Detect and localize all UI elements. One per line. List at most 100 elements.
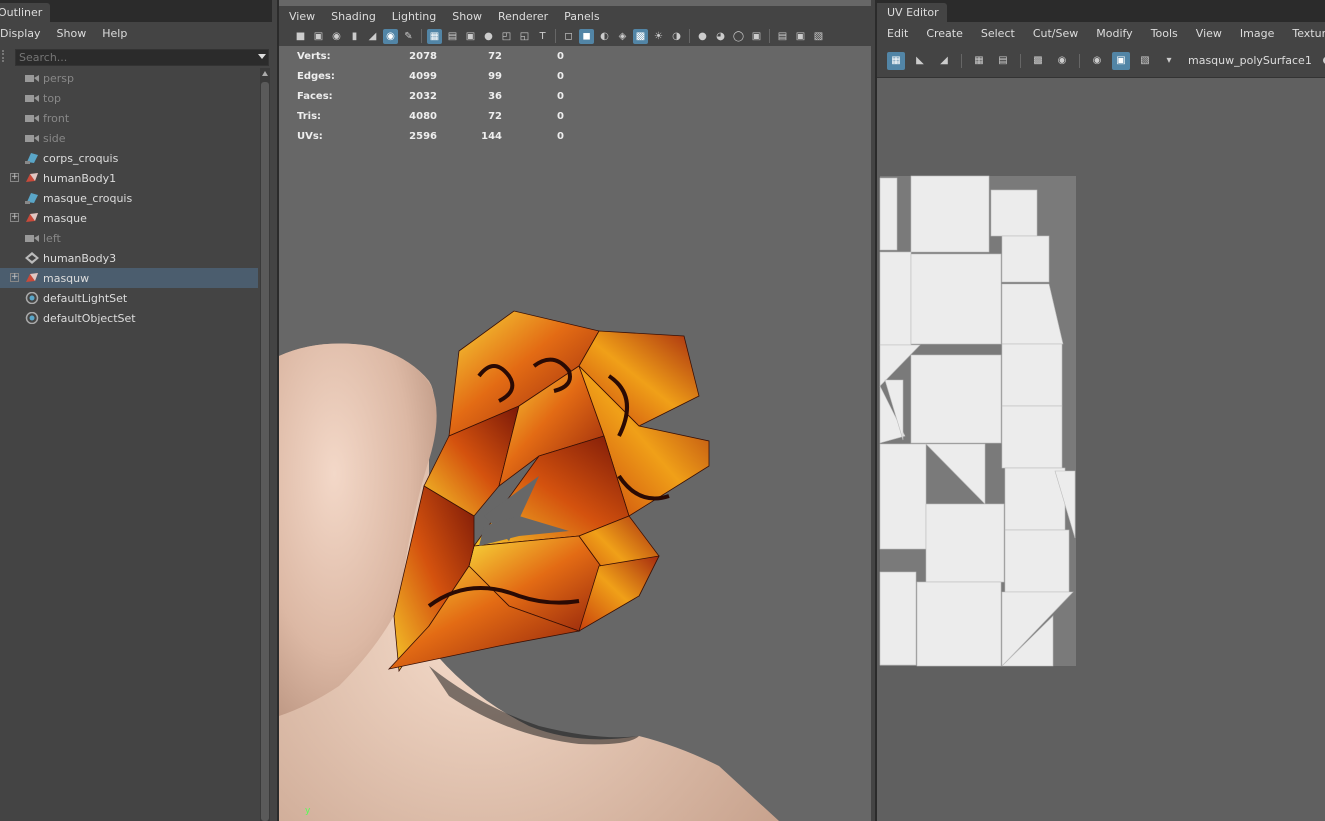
uv-object-dropdown-chevron-icon[interactable]: ▾ xyxy=(1160,52,1178,70)
menu-show[interactable]: Show xyxy=(49,27,95,40)
camera-icon xyxy=(25,232,39,244)
wireframe-on-shaded-icon[interactable]: ◈ xyxy=(615,29,630,44)
uv-texture-borders-icon[interactable]: ◉ xyxy=(1053,52,1071,70)
menu-panels[interactable]: Panels xyxy=(554,10,605,23)
uv-editor-tab[interactable]: UV Editor xyxy=(877,3,947,22)
camera-attributes-icon[interactable]: ◉ xyxy=(329,29,344,44)
scrollbar-thumb[interactable] xyxy=(261,82,269,821)
uv-shell xyxy=(916,581,1002,667)
film-gate-icon[interactable]: ▤ xyxy=(445,29,460,44)
hud-value: 0 xyxy=(557,50,564,62)
default-material-icon[interactable]: ◐ xyxy=(597,29,612,44)
menu-renderer[interactable]: Renderer xyxy=(488,10,554,23)
gate-mask-icon[interactable]: ● xyxy=(481,29,496,44)
menu-view[interactable]: View xyxy=(279,10,321,23)
uv-checker-mode-icon[interactable]: ◢ xyxy=(935,52,953,70)
uv-shell-select-icon[interactable]: ▦ xyxy=(887,51,905,70)
hud-row: Faces: 2032 36 0 xyxy=(297,86,564,106)
mask-mesh[interactable] xyxy=(387,310,710,673)
menu-shading[interactable]: Shading xyxy=(321,10,382,23)
outliner-tab[interactable]: Outliner xyxy=(0,3,51,22)
toolbar-separator xyxy=(769,29,770,43)
outliner-item-defaultLightSet[interactable]: defaultLightSet xyxy=(0,288,258,308)
motion-blur-icon[interactable]: ◕ xyxy=(713,29,728,44)
textured-icon[interactable]: ▩ xyxy=(633,28,648,44)
outliner-item-masque_croquis[interactable]: masque_croquis xyxy=(0,188,258,208)
outliner-item-persp[interactable]: persp xyxy=(0,68,258,88)
outliner-item-left[interactable]: left xyxy=(0,228,258,248)
menu-tools[interactable]: Tools xyxy=(1141,27,1186,40)
menu-cut-sew[interactable]: Cut/Sew xyxy=(1023,27,1086,40)
grease-pencil-icon[interactable]: ✎ xyxy=(401,29,416,44)
toolbar-separator xyxy=(421,29,422,43)
menu-display[interactable]: Display xyxy=(0,27,49,40)
search-options-chevron-icon[interactable] xyxy=(258,54,266,59)
uv-grid-icon[interactable]: ▦ xyxy=(970,52,988,70)
menu-create[interactable]: Create xyxy=(916,27,971,40)
uv-shell xyxy=(879,177,898,251)
menu-lighting[interactable]: Lighting xyxy=(382,10,442,23)
outliner-item-corps_croquis[interactable]: corps_croquis xyxy=(0,148,258,168)
safe-title-icon[interactable]: T xyxy=(535,29,550,44)
outliner-item-side[interactable]: side xyxy=(0,128,258,148)
camera-select-icon[interactable]: ■ xyxy=(293,29,308,44)
isolate-select-icon[interactable]: ▤ xyxy=(775,29,790,44)
uv-object-name[interactable]: masquw_polySurface1 xyxy=(1188,54,1312,67)
field-chart-icon[interactable]: ◰ xyxy=(499,29,514,44)
menu-select[interactable]: Select xyxy=(971,27,1023,40)
uv-snapshot-icon[interactable]: ◉ xyxy=(1088,52,1106,70)
uv-image-display-icon[interactable]: ▣ xyxy=(1112,51,1130,70)
bookmark-icon[interactable]: ▮ xyxy=(347,29,362,44)
grid-icon[interactable]: ▦ xyxy=(427,28,442,44)
outliner-search-input[interactable] xyxy=(15,49,269,66)
toolbar-separator xyxy=(1079,53,1080,68)
menu-modify[interactable]: Modify xyxy=(1086,27,1140,40)
resolution-gate-icon[interactable]: ▣ xyxy=(463,29,478,44)
shadows-icon[interactable]: ◑ xyxy=(669,29,684,44)
wireframe-icon[interactable]: ◻ xyxy=(561,29,576,44)
expand-plus-icon[interactable]: + xyxy=(10,213,19,222)
hud-value: 2078 xyxy=(409,50,437,62)
mesh-icon xyxy=(25,172,39,184)
viewport-panel[interactable]: View Shading Lighting Show Renderer Pane… xyxy=(277,0,871,821)
outliner-scrollbar[interactable] xyxy=(260,68,270,821)
outliner-item-humanBody1[interactable]: + humanBody1 xyxy=(0,168,258,188)
group-icon xyxy=(25,252,39,264)
more-tools-icon[interactable]: ▧ xyxy=(811,29,826,44)
uv-distortion-icon[interactable]: ◣ xyxy=(911,52,929,70)
uv-editor-menubar: Edit Create Select Cut/Sew Modify Tools … xyxy=(877,22,1325,44)
xray-icon[interactable]: ▣ xyxy=(793,29,808,44)
outliner-item-masquw[interactable]: + masquw xyxy=(0,268,258,288)
menu-help[interactable]: Help xyxy=(94,27,135,40)
outliner-item-masque[interactable]: + masque xyxy=(0,208,258,228)
2d-pan-zoom-icon[interactable]: ◉ xyxy=(383,28,398,44)
uv-tile-grid-icon[interactable]: ▩ xyxy=(1029,52,1047,70)
outliner-item-defaultObjectSet[interactable]: defaultObjectSet xyxy=(0,308,258,328)
safe-action-icon[interactable]: ◱ xyxy=(517,29,532,44)
uv-shell xyxy=(1001,235,1050,283)
expand-plus-icon[interactable]: + xyxy=(10,273,19,282)
use-all-lights-icon[interactable]: ☀ xyxy=(651,29,666,44)
menu-view[interactable]: View xyxy=(1186,27,1230,40)
drag-handle-icon[interactable] xyxy=(2,50,8,62)
image-plane-icon[interactable]: ◢ xyxy=(365,29,380,44)
expand-plus-icon[interactable]: + xyxy=(10,173,19,182)
outliner-item-top[interactable]: top xyxy=(0,88,258,108)
menu-image[interactable]: Image xyxy=(1230,27,1282,40)
viewport-scene[interactable] xyxy=(279,46,871,821)
menu-textures[interactable]: Textures xyxy=(1282,27,1325,40)
outliner-item-front[interactable]: front xyxy=(0,108,258,128)
scroll-up-arrow-icon[interactable] xyxy=(262,71,268,76)
depth-of-field-icon[interactable]: ▣ xyxy=(749,29,764,44)
smooth-shade-icon[interactable]: ◼ xyxy=(579,28,594,44)
outliner-item-humanBody3[interactable]: humanBody3 xyxy=(0,248,258,268)
uv-pixel-snap-icon[interactable]: ▤ xyxy=(994,52,1012,70)
camera-lock-icon[interactable]: ▣ xyxy=(311,29,326,44)
uv-canvas[interactable] xyxy=(877,78,1325,821)
uv-rgb-channel-icon[interactable]: ● xyxy=(1318,52,1325,70)
uv-checker-icon[interactable]: ▧ xyxy=(1136,52,1154,70)
menu-edit[interactable]: Edit xyxy=(877,27,916,40)
anti-aliasing-icon[interactable]: ◯ xyxy=(731,29,746,44)
menu-show[interactable]: Show xyxy=(442,10,488,23)
screen-space-ao-icon[interactable]: ● xyxy=(695,29,710,44)
